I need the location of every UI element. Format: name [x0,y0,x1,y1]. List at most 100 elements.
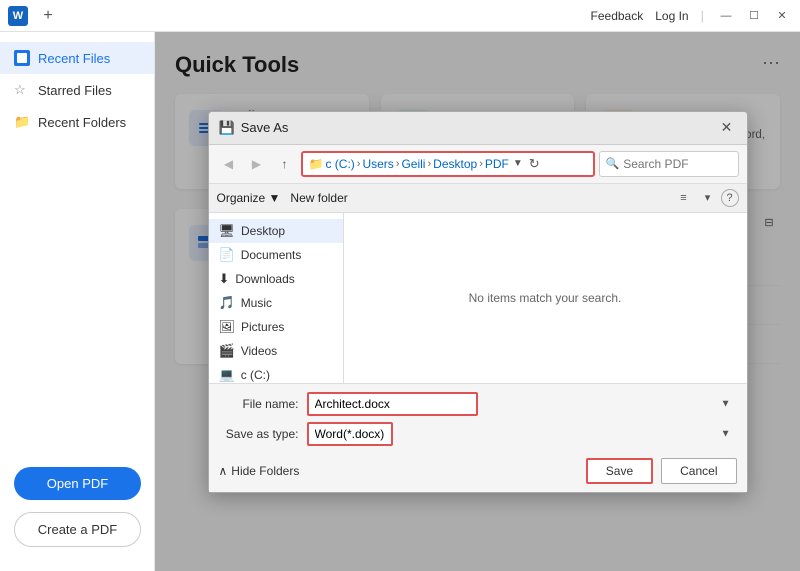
sidebar-item-recent-files[interactable]: Recent Files [0,42,154,74]
new-folder-button[interactable]: New folder [290,191,347,205]
sidebar-label-recent-folders: Recent Folders [38,115,126,130]
path-sep-0: › [357,158,361,170]
dialog-overlay: 💾 Save As ✕ ◀ ▶ ↑ 📁 c (C:) › Users › [155,32,800,571]
maximize-button[interactable]: ☐ [744,6,764,26]
file-name-label: File name: [219,397,299,411]
dialog-files-area: No items match your search. [344,213,747,383]
sidebar-label-recent-files: Recent Files [38,51,110,66]
open-pdf-button[interactable]: Open PDF [14,467,141,500]
minimize-button[interactable]: — [716,6,736,26]
path-sep-2: › [427,158,431,170]
feedback-button[interactable]: Feedback [591,9,644,23]
login-button[interactable]: Log In [655,9,688,23]
file-name-field: File name: ▼ [219,392,737,416]
ds-item-music[interactable]: 🎵 Music [209,291,343,315]
sidebar: Recent Files ☆ Starred Files 📁 Recent Fo… [0,32,155,571]
documents-icon: 📄 [219,247,235,263]
dialog-title-text: Save As [241,120,289,135]
dialog-search: 🔍 [599,151,739,177]
sidebar-item-starred-files[interactable]: ☆ Starred Files [0,74,154,106]
back-button[interactable]: ◀ [217,153,241,175]
path-crumb-2[interactable]: Geili [401,157,425,171]
file-name-dropdown-arrow: ▼ [721,398,731,409]
titlebar-separator: | [701,8,704,23]
ds-label-videos: Videos [241,344,277,358]
path-crumb-3[interactable]: Desktop [433,157,477,171]
save-as-dialog: 💾 Save As ✕ ◀ ▶ ↑ 📁 c (C:) › Users › [208,111,748,493]
ds-item-c-drive[interactable]: 💻 c (C:) [209,363,343,383]
list-view-dialog-button[interactable]: ≡ [673,188,695,208]
path-bar: 📁 c (C:) › Users › Geili › Desktop › PDF… [301,151,595,177]
path-crumb-1[interactable]: Users [362,157,393,171]
ds-item-pictures[interactable]: 🖼 Pictures [209,315,343,339]
close-button[interactable]: ✕ [772,6,792,26]
app-icon: W [8,6,28,26]
ds-item-desktop[interactable]: 🖥 Desktop [209,219,343,243]
sidebar-item-recent-folders[interactable]: 📁 Recent Folders [0,106,154,138]
recent-folders-icon: 📁 [14,114,30,130]
cancel-button[interactable]: Cancel [661,458,736,484]
save-button[interactable]: Save [586,458,653,484]
starred-files-icon: ☆ [14,82,30,98]
hide-folders-label: Hide Folders [231,464,299,478]
file-name-input[interactable] [307,392,478,416]
path-refresh-button[interactable]: ↻ [529,156,540,172]
ds-label-c-drive: c (C:) [241,368,270,382]
dialog-title: 💾 Save As [219,120,289,136]
path-sep-1: › [396,158,400,170]
dialog-footer: File name: ▼ Save as type: Word(*.docx)P… [209,383,747,492]
dialog-nav: Organize ▼ New folder ≡ ▾ ? [209,184,747,213]
ds-label-downloads: Downloads [235,272,294,286]
dialog-sidebar: 🖥 Desktop 📄 Documents ⬇ Downloads 🎵 [209,213,344,383]
view-btn-group: ≡ ▾ ? [673,188,739,208]
save-as-type-label: Save as type: [219,427,299,441]
path-crumb-4[interactable]: PDF [485,157,509,171]
add-tab-button[interactable]: + [36,4,60,28]
videos-icon: 🎬 [219,343,235,359]
desktop-icon: 🖥 [219,223,236,239]
path-crumb-0[interactable]: c (C:) [325,157,354,171]
music-icon: 🎵 [219,295,235,311]
empty-message: No items match your search. [469,291,622,305]
titlebar-right: Feedback Log In | — ☐ ✕ [591,6,792,26]
details-view-dialog-button[interactable]: ▾ [697,188,719,208]
ds-label-pictures: Pictures [241,320,284,334]
ds-item-downloads[interactable]: ⬇ Downloads [209,267,343,291]
ds-item-videos[interactable]: 🎬 Videos [209,339,343,363]
window-controls: — ☐ ✕ [716,6,792,26]
ds-label-documents: Documents [241,248,302,262]
dialog-toolbar: ◀ ▶ ↑ 📁 c (C:) › Users › Geili › Desktop… [209,145,747,184]
app-titlebar: W + Feedback Log In | — ☐ ✕ [0,0,800,32]
dialog-actions: ∧ Hide Folders Save Cancel [219,454,737,484]
c-drive-icon: 💻 [219,367,235,383]
pictures-icon: 🖼 [219,319,236,335]
forward-button[interactable]: ▶ [245,153,269,175]
path-folder-icon: 📁 [309,157,324,171]
sidebar-bottom: Open PDF Create a PDF [0,449,154,561]
dialog-close-button[interactable]: ✕ [717,118,737,138]
dialog-search-input[interactable] [623,157,713,171]
save-type-dropdown-arrow: ▼ [721,428,731,439]
dialog-search-icon: 🔍 [606,157,620,170]
help-button[interactable]: ? [721,189,739,207]
dialog-body: 🖥 Desktop 📄 Documents ⬇ Downloads 🎵 [209,213,747,383]
sidebar-label-starred-files: Starred Files [38,83,112,98]
titlebar-left: W + [8,4,60,28]
path-sep-3: › [479,158,483,170]
dialog-titlebar: 💾 Save As ✕ [209,112,747,145]
save-as-type-select[interactable]: Word(*.docx)PDF (*.pdf)Excel (*.xlsx) [307,422,393,446]
ds-label-desktop: Desktop [241,224,285,238]
path-dropdown-button[interactable]: ▼ [513,158,523,169]
dialog-title-icon: 💾 [219,120,235,136]
organize-button[interactable]: Organize ▼ [217,191,281,205]
hide-folders-button[interactable]: ∧ Hide Folders [219,464,300,478]
ds-label-music: Music [241,296,272,310]
up-button[interactable]: ↑ [273,153,297,175]
save-as-type-field: Save as type: Word(*.docx)PDF (*.pdf)Exc… [219,422,737,446]
ds-item-documents[interactable]: 📄 Documents [209,243,343,267]
downloads-icon: ⬇ [219,271,230,287]
app-body: Recent Files ☆ Starred Files 📁 Recent Fo… [0,32,800,571]
recent-files-icon [14,50,30,66]
main-content: Quick Tools ··· Edit Edit texts and imag… [155,32,800,571]
create-pdf-button[interactable]: Create a PDF [14,512,141,547]
